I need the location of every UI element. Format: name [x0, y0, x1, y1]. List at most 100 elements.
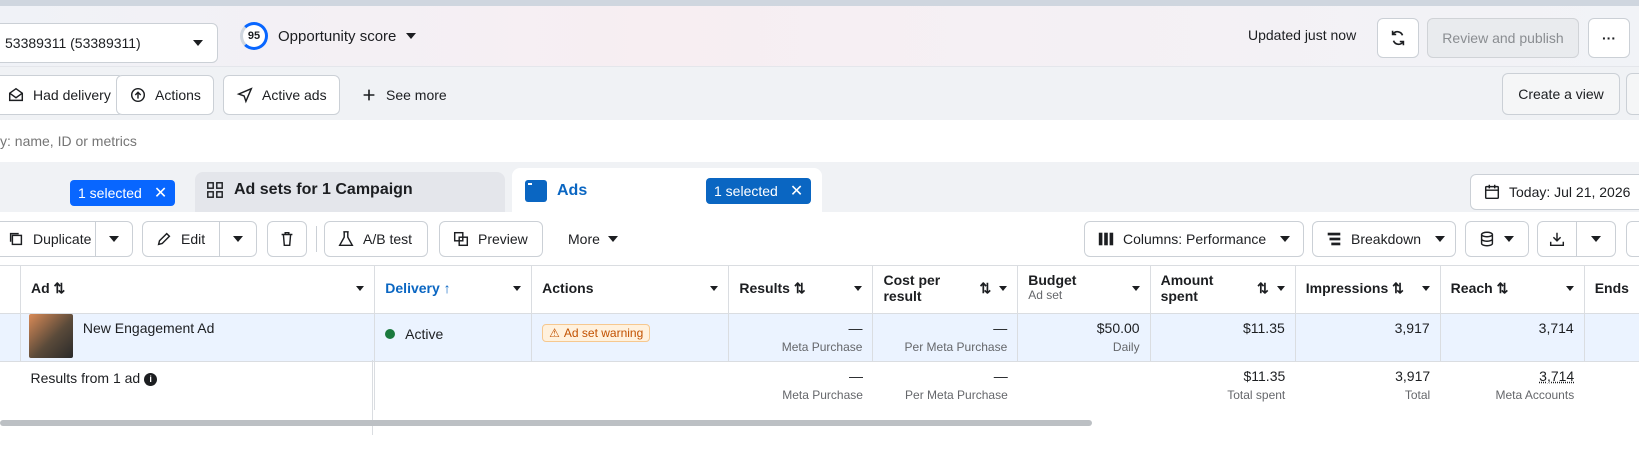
- delivery-column-header[interactable]: Delivery ↑: [374, 265, 533, 314]
- reach-column-header[interactable]: Reach ⇅: [1440, 265, 1585, 314]
- refresh-button[interactable]: [1377, 18, 1419, 58]
- had-delivery-filter[interactable]: Had delivery: [0, 75, 124, 115]
- more-options-label: ···: [1602, 30, 1616, 46]
- more-options-button[interactable]: ···: [1588, 18, 1630, 58]
- spent-cell: $11.35: [1150, 313, 1296, 362]
- more-actions-button[interactable]: More: [556, 221, 630, 257]
- filter-bar: Had delivery Actions Active ads See more…: [0, 66, 1639, 120]
- budget-header-sub: Ad set: [1028, 288, 1063, 302]
- ads-selected-chip[interactable]: 1 selected ✕: [706, 178, 812, 204]
- horizontal-scrollbar[interactable]: [0, 420, 1092, 426]
- ads-table: Ad ⇅ Delivery ↑ Actions Results ⇅ Cost p…: [0, 265, 1639, 410]
- reach-header-label: Reach: [1450, 280, 1493, 296]
- active-ads-filter[interactable]: Active ads: [223, 75, 340, 115]
- chevron-down-icon: [406, 33, 417, 39]
- summary-budget-cell: [1018, 362, 1150, 410]
- checkbox-header: [0, 265, 21, 314]
- summary-label: Results from 1 ad: [30, 370, 141, 386]
- impressions-column-header[interactable]: Impressions ⇅: [1295, 265, 1441, 314]
- budget-column-header[interactable]: Budget Ad set: [1017, 265, 1151, 314]
- create-view-button[interactable]: Create a view: [1502, 73, 1620, 115]
- cost-per-result-column-header[interactable]: Cost per result ⇅: [872, 265, 1019, 314]
- see-more-button[interactable]: See more: [348, 75, 459, 115]
- duplicate-button[interactable]: Duplicate: [0, 221, 96, 257]
- opportunity-score-value: 95: [240, 22, 268, 50]
- budget-header-label: Budget: [1028, 272, 1077, 288]
- ad-column-header[interactable]: Ad ⇅: [20, 265, 376, 314]
- upload-circle-icon: [129, 86, 147, 104]
- ends-column-header[interactable]: Ends: [1584, 265, 1639, 314]
- account-label: 53389311 (53389311): [5, 35, 141, 51]
- preview-button[interactable]: Preview: [439, 221, 543, 257]
- review-publish-label: Review and publish: [1442, 30, 1564, 46]
- ad-set-warning-badge[interactable]: ⚠ Ad set warning: [542, 324, 651, 342]
- edit-button[interactable]: Edit: [142, 221, 220, 257]
- tab-ads-label: Ads: [557, 182, 588, 199]
- ends-cell: [1584, 313, 1639, 362]
- refresh-icon: [1389, 29, 1407, 47]
- summary-spent-value: $11.35: [1243, 368, 1286, 384]
- results-column-header[interactable]: Results ⇅: [728, 265, 874, 314]
- summary-cost-sub: Per Meta Purchase: [905, 388, 1008, 402]
- pencil-icon: [155, 230, 173, 248]
- tab-adsets-content[interactable]: Ad sets for 1 Campaign: [206, 181, 413, 199]
- ad-name[interactable]: New Engagement Ad: [83, 320, 215, 336]
- calendar-icon: [1483, 183, 1501, 201]
- actions-column-header[interactable]: Actions: [531, 265, 730, 314]
- table-row[interactable]: New Engagement Ad Active ⚠ Ad set warnin…: [0, 313, 1639, 362]
- summary-reach-cell: 3,714 Meta Accounts: [1440, 362, 1584, 410]
- cost-header-label: Cost per result: [883, 272, 941, 304]
- toolbar-overflow-button[interactable]: [1626, 221, 1639, 257]
- actions-header-label: Actions: [542, 280, 594, 296]
- breakdown-icon: [1325, 230, 1343, 248]
- preview-label: Preview: [478, 231, 528, 247]
- delivery-status: Active: [405, 326, 444, 342]
- active-ads-label: Active ads: [262, 87, 327, 103]
- tab-ads-content[interactable]: Ads: [525, 180, 587, 202]
- updated-status: Updated just now: [1248, 27, 1357, 43]
- close-icon[interactable]: ✕: [154, 183, 167, 203]
- next-view-button[interactable]: [1626, 73, 1639, 115]
- ad-name-cell[interactable]: New Engagement Ad: [20, 313, 376, 362]
- summary-row: Results from 1 ad i — Meta Purchase — Per …: [0, 361, 1639, 410]
- campaign-selected-chip[interactable]: 1 selected ✕: [70, 180, 176, 206]
- opportunity-score-button[interactable]: 95 Opportunity score: [240, 22, 417, 50]
- account-selector[interactable]: 53389311 (53389311): [0, 23, 218, 63]
- review-publish-button[interactable]: Review and publish: [1427, 18, 1579, 58]
- ads-window-icon: [525, 180, 547, 202]
- actions-filter[interactable]: Actions: [116, 75, 214, 115]
- info-icon[interactable]: i: [144, 372, 158, 386]
- chevron-down-icon: [1280, 236, 1291, 242]
- summary-results-cell: — Meta Purchase: [729, 362, 873, 410]
- columns-button[interactable]: Columns: Performance: [1084, 221, 1304, 257]
- summary-delivery-cell: [375, 362, 532, 410]
- results-value: —: [848, 320, 863, 336]
- budget-cell[interactable]: $50.00 Daily: [1017, 313, 1151, 362]
- flask-icon: [337, 230, 355, 248]
- results-header-label: Results: [739, 280, 790, 296]
- close-icon[interactable]: ✕: [790, 181, 803, 201]
- ad-thumbnail: [29, 314, 73, 358]
- database-icon: [1478, 230, 1496, 248]
- delete-button[interactable]: [267, 221, 307, 257]
- more-actions-label: More: [568, 231, 600, 247]
- ab-test-button[interactable]: A/B test: [324, 221, 428, 257]
- preview-icon: [452, 230, 470, 248]
- summary-cost-cell: — Per Meta Purchase: [873, 362, 1018, 410]
- export-button[interactable]: [1537, 221, 1577, 257]
- row-checkbox-cell[interactable]: [0, 313, 21, 362]
- duplicate-icon: [7, 230, 25, 248]
- export-dropdown[interactable]: [1576, 221, 1616, 257]
- reports-button[interactable]: [1465, 221, 1529, 257]
- budget-sub: Daily: [1112, 340, 1140, 354]
- ads-selected-label: 1 selected: [714, 183, 778, 199]
- breakdown-button[interactable]: Breakdown: [1312, 221, 1456, 257]
- search-input[interactable]: [0, 128, 800, 154]
- edit-dropdown[interactable]: [219, 221, 257, 257]
- duplicate-dropdown[interactable]: [95, 221, 133, 257]
- date-range-button[interactable]: Today: Jul 21, 2026: [1470, 174, 1639, 210]
- amount-spent-column-header[interactable]: Amount spent ⇅: [1150, 265, 1296, 314]
- summary-reach-value[interactable]: 3,714: [1450, 368, 1574, 384]
- reach-cell: 3,714: [1440, 313, 1585, 362]
- header-bar: 53389311 (53389311) 95 Opportunity score…: [0, 6, 1639, 66]
